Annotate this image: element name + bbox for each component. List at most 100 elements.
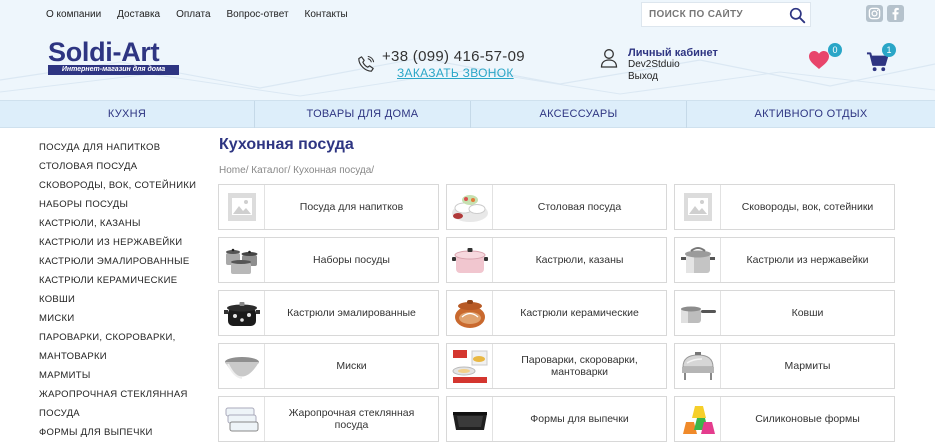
facebook-icon[interactable] [887, 5, 904, 22]
phone-icon [358, 55, 375, 72]
category-label: Кастрюли, казаны [535, 254, 624, 266]
sidebar-item-enamel-pots[interactable]: КАСТРЮЛИ ЭМАЛИРОВАННЫЕ [39, 252, 199, 271]
sidebar-item-saucepans[interactable]: КОВШИ [39, 290, 199, 309]
topnav-delivery[interactable]: Доставка [117, 9, 160, 20]
category-card-saucepans[interactable]: Ковши [674, 290, 895, 336]
enamel-pot-icon [219, 291, 265, 335]
category-card-ceramic-pots[interactable]: Кастрюли керамические [446, 290, 667, 336]
category-card-pots[interactable]: Кастрюли, казаны [446, 237, 667, 283]
main-navigation: КУХНЯ ТОВАРЫ ДЛЯ ДОМА АКСЕССУАРЫ АКТИВНО… [0, 100, 935, 128]
tableware-icon [447, 185, 493, 229]
logo-name: Soldi-Art [48, 37, 160, 67]
search-icon[interactable] [789, 7, 806, 24]
placeholder-image-icon [219, 185, 265, 229]
user-icon [600, 49, 618, 68]
category-card-silicone-molds[interactable]: Силиконовые формы [674, 396, 895, 442]
category-label: Формы для выпечки [530, 413, 629, 425]
category-card-enamel-pots[interactable]: Кастрюли эмалированные [218, 290, 439, 336]
category-card-chafing-dishes[interactable]: Мармиты [674, 343, 895, 389]
site-header: О компании Доставка Оплата Вопрос-ответ … [0, 0, 935, 100]
category-card-cookware-sets[interactable]: Наборы посуды [218, 237, 439, 283]
search-box [641, 2, 811, 27]
silicone-molds-icon [675, 397, 721, 441]
cart-count-badge: 1 [882, 43, 896, 57]
category-label: Кастрюли керамические [520, 307, 639, 319]
breadcrumb-catalog[interactable]: Каталог [251, 165, 287, 176]
category-card-steamers[interactable]: Пароварки, скороварки, мантоварки [446, 343, 667, 389]
page-title: Кухонная посуда [219, 136, 354, 153]
breadcrumb-home[interactable]: Home [219, 165, 246, 176]
cookware-set-icon [219, 238, 265, 282]
nav-outdoor[interactable]: АКТИВНОГО ОТДЫХ [687, 101, 935, 128]
sidebar-item-pots[interactable]: КАСТРЮЛИ, КАЗАНЫ [39, 214, 199, 233]
bowl-icon [219, 344, 265, 388]
category-grid: Посуда для напитков Столовая посуда Сков… [218, 184, 898, 446]
phone-number[interactable]: +38 (099) 416-57-09 [382, 48, 525, 65]
category-card-drinkware[interactable]: Посуда для напитков [218, 184, 439, 230]
sidebar-item-chafing-dishes[interactable]: МАРМИТЫ [39, 366, 199, 385]
sidebar-item-cookware-sets[interactable]: НАБОРЫ ПОСУДЫ [39, 195, 199, 214]
glass-dish-icon [219, 397, 265, 441]
category-label: Миски [336, 360, 367, 372]
category-label: Столовая посуда [537, 201, 622, 213]
sidebar-item-steel-pots[interactable]: КАСТРЮЛИ ИЗ НЕРЖАВЕЙКИ [39, 233, 199, 252]
sidebar-item-steamers[interactable]: ПАРОВАРКИ, СКОРОВАРКИ, [39, 328, 199, 347]
baking-tray-icon [447, 397, 493, 441]
category-card-bowls[interactable]: Миски [218, 343, 439, 389]
category-label: Силиконовые формы [755, 413, 860, 425]
wishlist-count-badge: 0 [828, 43, 842, 57]
topnav-payment[interactable]: Оплата [176, 9, 210, 20]
category-sidebar: ПОСУДА ДЛЯ НАПИТКОВ СТОЛОВАЯ ПОСУДА СКОВ… [39, 138, 199, 442]
sidebar-item-glassware[interactable]: ЖАРОПРОЧНАЯ СТЕКЛЯННАЯ [39, 385, 199, 404]
category-card-pans[interactable]: Сковороды, вок, сотейники [674, 184, 895, 230]
nav-home-goods[interactable]: ТОВАРЫ ДЛЯ ДОМА [255, 101, 471, 128]
ceramic-pot-icon [447, 291, 493, 335]
callback-link[interactable]: ЗАКАЗАТЬ ЗВОНОК [397, 66, 514, 80]
topnav-faq[interactable]: Вопрос-ответ [227, 9, 289, 20]
account-username[interactable]: Dev2Stduio [628, 59, 718, 71]
category-label: Кастрюли эмалированные [287, 307, 416, 319]
category-label: Ковши [791, 307, 824, 319]
category-label: Жаропрочная стеклянная посуда [288, 407, 415, 431]
search-input[interactable] [642, 4, 782, 25]
sidebar-item-pans[interactable]: СКОВОРОДЫ, ВОК, СОТЕЙНИКИ [39, 176, 199, 195]
steamer-icon [447, 344, 493, 388]
category-label: Посуда для напитков [299, 201, 404, 213]
pink-pot-icon [447, 238, 493, 282]
nav-accessories[interactable]: АКСЕССУАРЫ [471, 101, 687, 128]
topnav-about[interactable]: О компании [46, 9, 101, 20]
nav-kitchen[interactable]: КУХНЯ [0, 101, 255, 128]
sidebar-item-bowls[interactable]: МИСКИ [39, 309, 199, 328]
content-header: Кухонная посуда Home/ Каталог/ Кухонная … [219, 136, 374, 176]
sidebar-item-tableware[interactable]: СТОЛОВАЯ ПОСУДА [39, 157, 199, 176]
sidebar-item-glassware-cont[interactable]: ПОСУДА [39, 404, 199, 423]
category-label: Наборы посуды [313, 254, 390, 266]
category-card-baking-forms[interactable]: Формы для выпечки [446, 396, 667, 442]
chafing-dish-icon [675, 344, 721, 388]
sidebar-item-baking-forms[interactable]: ФОРМЫ ДЛЯ ВЫПЕЧКИ [39, 423, 199, 442]
category-card-steel-pots[interactable]: Кастрюли из нержавейки [674, 237, 895, 283]
heart-icon[interactable] [808, 50, 830, 70]
category-label: Кастрюли из нержавейки [746, 254, 869, 266]
account-title[interactable]: Личный кабинет [628, 47, 718, 59]
breadcrumb: Home/ Каталог/ Кухонная посуда/ [219, 165, 375, 176]
saucepan-icon [675, 291, 721, 335]
category-card-glassware[interactable]: Жаропрочная стеклянная посуда [218, 396, 439, 442]
top-navigation: О компании Доставка Оплата Вопрос-ответ … [46, 9, 364, 20]
breadcrumb-current: Кухонная посуда [293, 165, 372, 176]
steel-pot-icon [675, 238, 721, 282]
topnav-contacts[interactable]: Контакты [305, 9, 348, 20]
sidebar-item-steamers-cont[interactable]: МАНТОВАРКИ [39, 347, 199, 366]
sidebar-item-ceramic-pots[interactable]: КАСТРЮЛИ КЕРАМИЧЕСКИЕ [39, 271, 199, 290]
category-label: Сковороды, вок, сотейники [741, 201, 874, 213]
instagram-icon[interactable] [866, 5, 883, 22]
account-block: Личный кабинет Dev2Stduio Выход [628, 47, 718, 83]
sidebar-item-drinkware[interactable]: ПОСУДА ДЛЯ НАПИТКОВ [39, 138, 199, 157]
logout-link[interactable]: Выход [628, 71, 718, 83]
category-card-tableware[interactable]: Столовая посуда [446, 184, 667, 230]
category-label: Мармиты [784, 360, 831, 372]
logo-tagline: Интернет-магазин для дома [48, 65, 179, 75]
placeholder-image-icon [675, 185, 721, 229]
site-logo[interactable]: Soldi-Art Интернет-магазин для дома [48, 37, 179, 75]
category-label: Пароварки, скороварки, мантоварки [521, 354, 638, 378]
